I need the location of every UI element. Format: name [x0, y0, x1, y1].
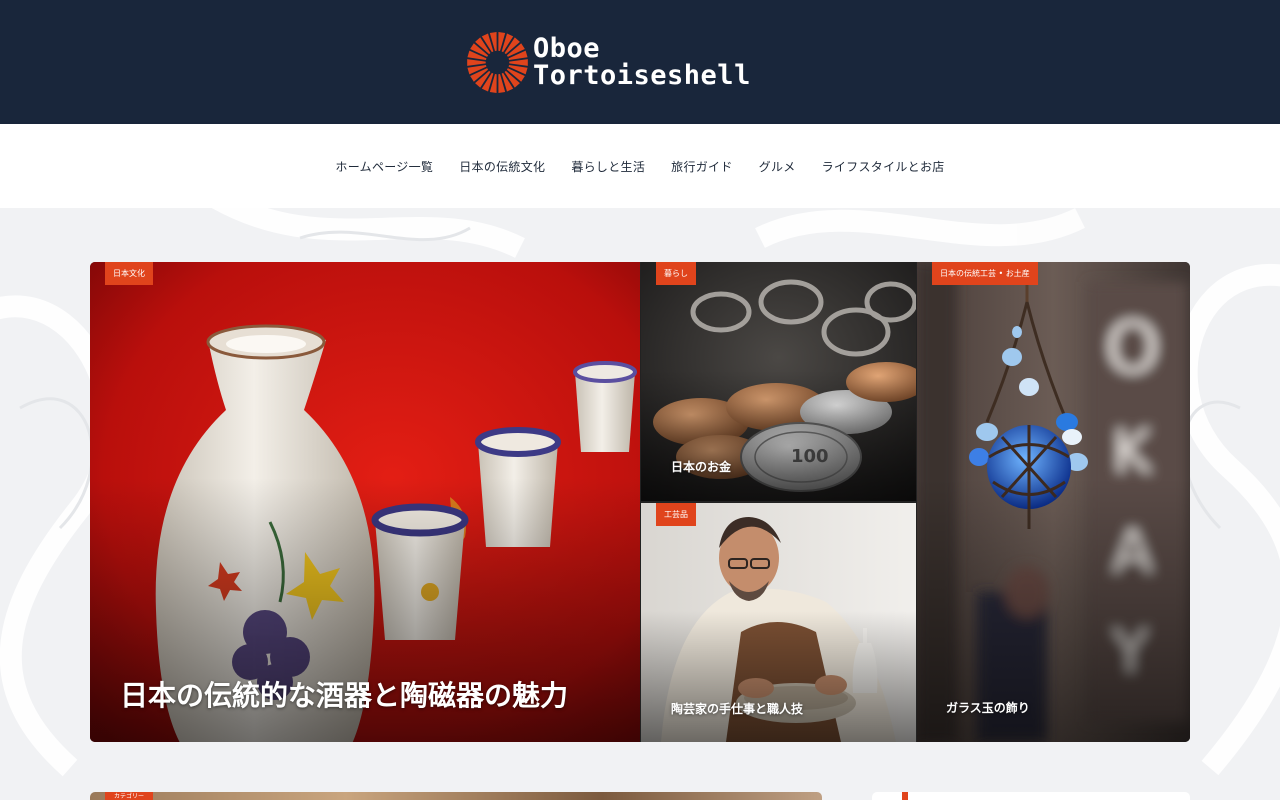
nav-item-traditional-culture[interactable]: 日本の伝統文化: [459, 158, 545, 175]
svg-text:K: K: [1112, 417, 1153, 487]
featured-card-potter[interactable]: 工芸品 陶芸家の手仕事と職人技: [641, 503, 916, 742]
svg-text:O: O: [1105, 307, 1160, 389]
featured-card-glass-charm[interactable]: O K A Y: [917, 262, 1190, 742]
nav-item-lifestyle-shops[interactable]: ライフスタイルとお店: [822, 158, 945, 175]
featured-title[interactable]: 日本のお金: [671, 458, 731, 475]
featured-posts: 日本文化 日本の伝統的な酒器と陶磁器の魅力 暮らし 日本のお金 工芸品 陶芸家の…: [90, 262, 1190, 742]
site-logo[interactable]: Oboe Tortoiseshell: [466, 30, 826, 94]
category-badge[interactable]: カテゴリー: [105, 792, 153, 800]
featured-title[interactable]: 日本の伝統的な酒器と陶磁器の魅力: [120, 674, 568, 714]
category-badge[interactable]: 日本の伝統工芸 • お土産: [932, 262, 1038, 285]
category-badge[interactable]: 暮らし: [656, 262, 696, 285]
featured-card-coins[interactable]: 100 暮らし 日本のお金: [641, 262, 916, 501]
site-name-line2: Tortoiseshell: [533, 60, 751, 91]
featured-title[interactable]: ガラス玉の飾り: [946, 699, 1030, 716]
sidebar-widget: [872, 792, 1190, 800]
site-header: Oboe Tortoiseshell: [0, 0, 1280, 124]
site-name-line1: Oboe: [533, 33, 601, 64]
widget-accent-bar: [902, 792, 908, 800]
category-badge[interactable]: 工芸品: [656, 503, 696, 526]
next-post-card[interactable]: カテゴリー: [90, 792, 822, 800]
image-overlay: [641, 369, 916, 501]
featured-title[interactable]: 陶芸家の手仕事と職人技: [671, 700, 803, 717]
featured-card-sake[interactable]: 日本文化 日本の伝統的な酒器と陶磁器の魅力: [90, 262, 640, 742]
nav-item-living[interactable]: 暮らしと生活: [571, 158, 645, 175]
sunburst-logo-icon: [467, 31, 528, 93]
nav-item-home-list[interactable]: ホームページ一覧: [335, 158, 433, 175]
nav-item-gourmet[interactable]: グルメ: [759, 158, 796, 175]
main-navigation: ホームページ一覧 日本の伝統文化 暮らしと生活 旅行ガイド グルメ ライフスタイ…: [0, 124, 1280, 208]
image-overlay: [641, 610, 916, 742]
category-badge[interactable]: 日本文化: [105, 262, 153, 285]
nav-item-travel-guide[interactable]: 旅行ガイド: [671, 158, 733, 175]
site-name: Oboe Tortoiseshell: [533, 35, 751, 89]
